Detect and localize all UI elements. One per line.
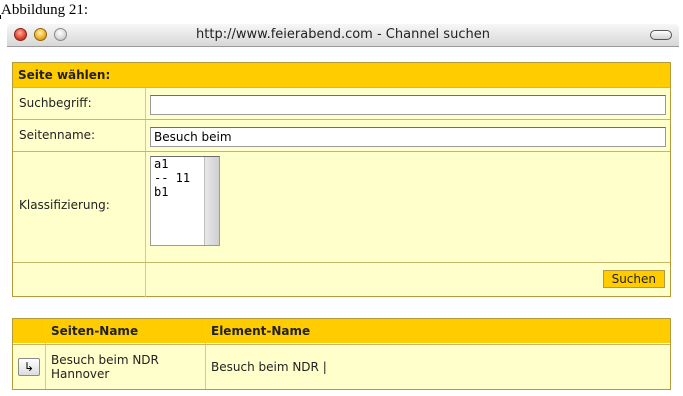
window-title: http://www.feierabend.com - Channel such… — [196, 27, 490, 42]
table-row: ↳ Besuch beim NDR Hannover Besuch beim N… — [13, 344, 670, 390]
button-row: Suchen — [13, 262, 670, 297]
listbox-scrollbar[interactable] — [204, 157, 219, 245]
search-term-label: Suchbegriff: — [19, 96, 92, 110]
results-table: Seiten-Name Element-Name ↳ Besuch beim N… — [12, 318, 671, 390]
window-titlebar: http://www.feierabend.com - Channel such… — [7, 24, 679, 47]
classification-row: Klassifizierung: a1 -- 11 b1 — [13, 151, 670, 262]
page-name-input[interactable] — [150, 127, 666, 147]
form-header: Seite wählen: — [13, 63, 670, 87]
arrow-select-icon[interactable]: ↳ — [18, 358, 40, 376]
page-name-line: Besuch beim NDR — [51, 353, 159, 367]
page-name-row: Seitenname: — [13, 119, 670, 151]
classification-listbox[interactable]: a1 -- 11 b1 — [150, 156, 220, 246]
element-name-cell: Besuch beim NDR | — [211, 360, 327, 374]
page-name-cell: Besuch beim NDR Hannover — [51, 353, 159, 381]
page-name-label: Seitenname: — [19, 128, 96, 142]
results-header: Seiten-Name Element-Name — [13, 319, 670, 343]
column-header-element-name: Element-Name — [211, 324, 311, 338]
search-term-input[interactable] — [150, 95, 666, 115]
figure-caption: Abbildung 21: — [1, 2, 89, 18]
caption-tick — [0, 15, 1, 19]
search-button[interactable]: Suchen — [602, 270, 665, 288]
search-form: Seite wählen: Suchbegriff: Seitenname: K… — [12, 62, 671, 297]
page-name-line: Hannover — [51, 367, 110, 381]
search-term-row: Suchbegriff: — [13, 87, 670, 119]
classification-label: Klassifizierung: — [19, 198, 110, 212]
toolbar-toggle-button[interactable] — [650, 30, 672, 40]
column-header-page-name: Seiten-Name — [51, 324, 139, 338]
